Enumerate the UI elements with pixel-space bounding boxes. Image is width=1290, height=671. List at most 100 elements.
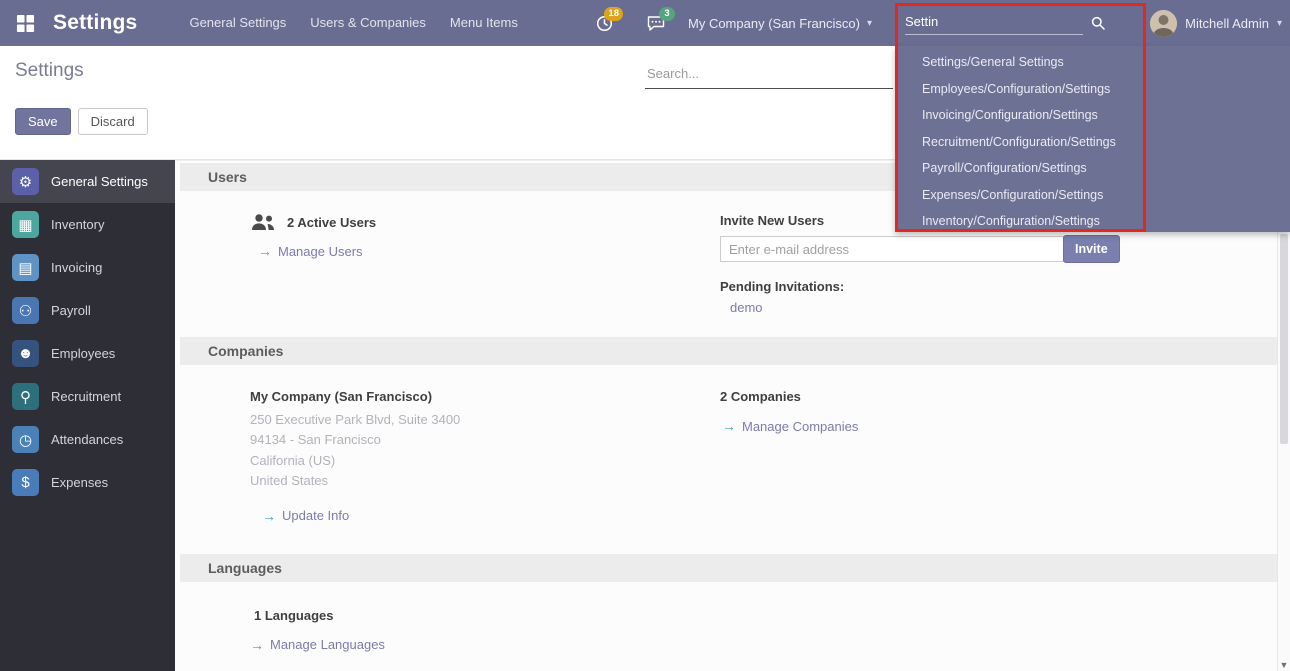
users-icon xyxy=(250,213,276,231)
languages-left-column: 1 Languages → Manage Languages xyxy=(250,608,720,655)
boxes-icon: ▦ xyxy=(12,211,39,238)
section-header-companies: Companies xyxy=(180,337,1277,365)
user-name: Mitchell Admin xyxy=(1185,16,1269,31)
companies-count: 2 Companies xyxy=(720,389,1257,404)
nav-item-general-settings[interactable]: General Settings xyxy=(177,0,298,46)
search-result-item[interactable]: Payroll/Configuration/Settings xyxy=(895,155,1290,182)
top-menu: General Settings Users & Companies Menu … xyxy=(177,0,529,46)
chevron-down-icon: ▾ xyxy=(1277,18,1282,29)
companies-right-column: 2 Companies → Manage Companies xyxy=(720,389,1257,526)
update-info-label: Update Info xyxy=(282,508,349,523)
languages-section-title: Languages xyxy=(208,560,282,576)
users-section-title: Users xyxy=(208,169,247,185)
company-address-line: California (US) xyxy=(250,451,720,471)
company-address: 250 Executive Park Blvd, Suite 340094134… xyxy=(250,410,720,492)
apps-grid-icon xyxy=(16,14,35,33)
companies-section-title: Companies xyxy=(208,343,283,359)
search-icon[interactable] xyxy=(1091,16,1105,30)
sidebar-item-label: General Settings xyxy=(51,174,148,189)
attendance-icon: ◷ xyxy=(12,426,39,453)
invite-email-input[interactable] xyxy=(720,236,1064,262)
manage-users-label: Manage Users xyxy=(278,244,363,259)
search-result-item[interactable]: Settings/General Settings xyxy=(895,49,1290,76)
company-switcher-label: My Company (San Francisco) xyxy=(688,16,860,31)
section-header-languages: Languages xyxy=(180,554,1277,582)
scrollbar-thumb[interactable] xyxy=(1280,234,1288,444)
languages-section-body: 1 Languages → Manage Languages xyxy=(175,582,1277,665)
user-menu[interactable]: Mitchell Admin ▾ xyxy=(1150,0,1282,46)
expenses-icon: $ xyxy=(12,469,39,496)
companies-left-column: My Company (San Francisco) 250 Executive… xyxy=(250,389,720,526)
active-users-count: 2 Active Users xyxy=(287,215,376,230)
navbar-search-input[interactable] xyxy=(905,12,1083,35)
sidebar-item-label: Employees xyxy=(51,346,115,361)
recruitment-icon: ⚲ xyxy=(12,383,39,410)
activity-menu-button[interactable]: 18 xyxy=(581,0,627,46)
arrow-right-icon: → xyxy=(250,637,264,653)
control-panel-buttons: Save Discard xyxy=(15,108,148,135)
sidebar-item-label: Invoicing xyxy=(51,260,102,275)
sidebar-item-label: Recruitment xyxy=(51,389,121,404)
sidebar-item-recruitment[interactable]: ⚲ Recruitment xyxy=(0,375,175,418)
companies-section-body: My Company (San Francisco) 250 Executive… xyxy=(175,365,1277,552)
discard-button[interactable]: Discard xyxy=(78,108,148,135)
pending-user-link[interactable]: demo xyxy=(730,300,763,315)
manage-languages-link[interactable]: → Manage Languages xyxy=(250,637,385,653)
breadcrumb-page-title: Settings xyxy=(15,60,84,82)
sidebar-item-payroll[interactable]: ⚇ Payroll xyxy=(0,289,175,332)
apps-menu-button[interactable] xyxy=(13,11,37,35)
odoo-settings-screen: Settings General Settings Users & Compan… xyxy=(0,0,1290,671)
manage-users-link[interactable]: → Manage Users xyxy=(258,243,363,259)
nav-item-menu-items[interactable]: Menu Items xyxy=(438,0,530,46)
company-address-line: 250 Executive Park Blvd, Suite 3400 xyxy=(250,410,720,430)
sidebar-item-employees[interactable]: ☻ Employees xyxy=(0,332,175,375)
nav-item-users-companies[interactable]: Users & Companies xyxy=(298,0,438,46)
save-button[interactable]: Save xyxy=(15,108,71,135)
content-search xyxy=(645,62,893,89)
top-navbar: Settings General Settings Users & Compan… xyxy=(0,0,1290,46)
app-title[interactable]: Settings xyxy=(53,11,137,35)
chevron-down-icon: ▾ xyxy=(867,18,872,29)
company-address-line: 94134 - San Francisco xyxy=(250,430,720,450)
sidebar-item-label: Expenses xyxy=(51,475,108,490)
search-result-item[interactable]: Employees/Configuration/Settings xyxy=(895,76,1290,103)
payroll-icon: ⚇ xyxy=(12,297,39,324)
search-result-item[interactable]: Recruitment/Configuration/Settings xyxy=(895,129,1290,156)
activity-badge: 18 xyxy=(604,7,623,21)
languages-count: 1 Languages xyxy=(254,608,720,623)
sidebar-item-attendances[interactable]: ◷Attendances xyxy=(0,418,175,461)
employees-icon: ☻ xyxy=(12,340,39,367)
users-left-column: 2 Active Users → Manage Users xyxy=(250,213,720,317)
avatar-image xyxy=(1150,10,1177,37)
scroll-down-arrow[interactable]: ▼ xyxy=(1278,660,1290,670)
invoice-icon: ▤ xyxy=(12,254,39,281)
manage-companies-label: Manage Companies xyxy=(742,419,858,434)
search-result-item[interactable]: Inventory/Configuration/Settings xyxy=(895,208,1290,235)
arrow-right-icon: → xyxy=(262,508,276,524)
arrow-right-icon: → xyxy=(258,243,272,259)
sidebar-item-general-settings[interactable]: ⚙ General Settings xyxy=(0,160,175,203)
content-search-input[interactable] xyxy=(645,62,893,89)
search-result-item[interactable]: Expenses/Configuration/Settings xyxy=(895,182,1290,209)
sidebar-item-label: Payroll xyxy=(51,303,91,318)
sidebar-item-invoicing[interactable]: ▤ Invoicing xyxy=(0,246,175,289)
messages-menu-button[interactable]: 3 xyxy=(633,0,679,46)
content-scrollbar[interactable]: ▼ xyxy=(1277,160,1290,671)
settings-sidebar: ⚙ General Settings ▦ Inventory ▤ Invoicing ⚇ Pa… xyxy=(0,160,175,671)
sidebar-item-inventory[interactable]: ▦ Inventory xyxy=(0,203,175,246)
manage-languages-label: Manage Languages xyxy=(270,637,385,652)
settings-content: Users 2 Active Users → Manage Users xyxy=(175,160,1277,671)
manage-companies-link[interactable]: → Manage Companies xyxy=(722,418,858,434)
avatar xyxy=(1150,10,1177,37)
gear-icon: ⚙ xyxy=(12,168,39,195)
navbar-search xyxy=(905,0,1117,46)
invite-button[interactable]: Invite xyxy=(1063,235,1120,263)
company-address-line: United States xyxy=(250,471,720,491)
search-result-item[interactable]: Invoicing/Configuration/Settings xyxy=(895,102,1290,129)
search-results-dropdown: Settings/General SettingsEmployees/Confi… xyxy=(895,46,1290,232)
sidebar-item-label: Inventory xyxy=(51,217,104,232)
arrow-right-icon: → xyxy=(722,418,736,434)
update-info-link[interactable]: → Update Info xyxy=(262,508,349,524)
sidebar-item-expenses[interactable]: $ Expenses xyxy=(0,461,175,504)
company-switcher[interactable]: My Company (San Francisco) ▾ xyxy=(688,0,872,46)
